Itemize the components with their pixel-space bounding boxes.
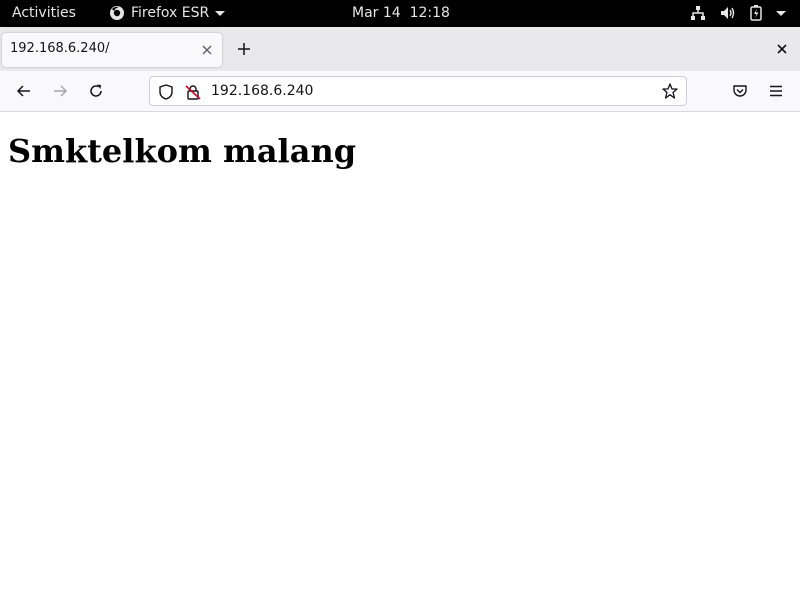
system-tray[interactable] [690, 5, 786, 21]
back-arrow-icon[interactable] [14, 81, 34, 101]
gnome-top-bar: Activities Firefox ESR Mar 14 12:18 [0, 0, 800, 27]
new-tab-plus-icon[interactable] [235, 40, 253, 58]
page-heading: Smktelkom malang [8, 132, 357, 170]
window-close-icon[interactable] [774, 41, 790, 57]
system-menu-caret-icon [776, 5, 786, 21]
web-page-content: Smktelkom malang [0, 112, 800, 600]
url-input[interactable] [211, 82, 651, 100]
pocket-icon[interactable] [730, 81, 750, 101]
clock[interactable]: Mar 14 12:18 [352, 5, 450, 21]
app-name: Firefox ESR [131, 5, 210, 21]
volume-icon [720, 5, 736, 21]
tab-strip: 192.168.6.240/ [0, 27, 800, 71]
network-icon [690, 5, 706, 21]
forward-arrow-icon[interactable] [50, 81, 70, 101]
url-bar[interactable] [149, 76, 687, 106]
hamburger-menu-icon[interactable] [766, 81, 786, 101]
bookmark-star-icon[interactable] [662, 83, 678, 103]
tracking-protection-shield-icon[interactable] [159, 84, 173, 104]
navigation-toolbar [0, 71, 800, 112]
tab-active[interactable]: 192.168.6.240/ [2, 33, 222, 67]
tab-close-icon[interactable] [199, 42, 215, 58]
firefox-icon [110, 6, 124, 20]
activities-button[interactable]: Activities [12, 5, 76, 21]
app-menu-caret-icon [215, 10, 226, 16]
insecure-lock-icon[interactable] [185, 84, 201, 104]
battery-icon [750, 5, 762, 21]
reload-icon[interactable] [86, 81, 106, 101]
app-menu-button[interactable]: Firefox ESR [109, 5, 226, 21]
tab-title: 192.168.6.240/ [10, 41, 110, 56]
